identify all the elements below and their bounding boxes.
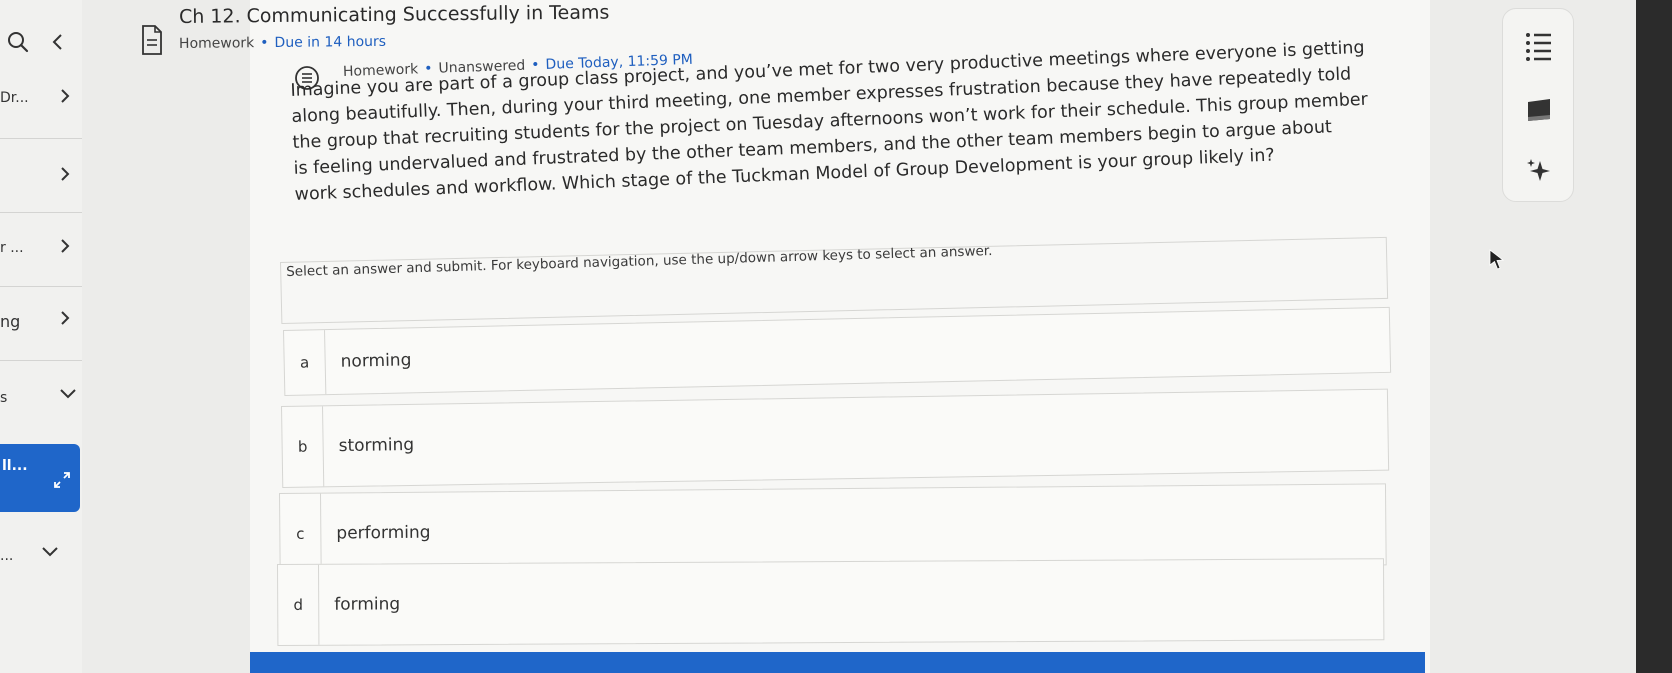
right-toolbar bbox=[1502, 8, 1574, 202]
sidebar-item-label: ng bbox=[0, 312, 21, 331]
chevron-right-icon bbox=[58, 164, 72, 188]
sidebar-item-label: ... bbox=[0, 548, 14, 564]
assignment-due: Due in 14 hours bbox=[274, 33, 387, 51]
device-bezel bbox=[1636, 0, 1672, 673]
option-letter: d bbox=[278, 564, 320, 645]
chevron-right-icon bbox=[58, 86, 72, 110]
expand-icon[interactable] bbox=[52, 470, 72, 494]
option-letter: b bbox=[282, 406, 325, 487]
answer-option-d[interactable]: d forming bbox=[277, 558, 1385, 646]
sidebar-item-label: Dr... bbox=[0, 90, 29, 106]
sidebar-item-5[interactable]: s bbox=[0, 386, 82, 414]
sidebar: Dr... r ... ng s ll... ... bbox=[0, 0, 82, 673]
option-letter: a bbox=[284, 330, 327, 395]
sidebar-item-label: r ... bbox=[0, 240, 24, 256]
submit-bar[interactable] bbox=[250, 652, 1425, 673]
sidebar-top-controls bbox=[6, 30, 66, 58]
option-text: norming bbox=[340, 350, 412, 372]
sidebar-item-label: ll... bbox=[2, 458, 28, 474]
sidebar-item-6[interactable]: ... bbox=[0, 544, 82, 572]
sidebar-divider bbox=[0, 212, 82, 213]
chevron-right-icon bbox=[58, 308, 72, 332]
sidebar-item-2[interactable] bbox=[0, 164, 82, 192]
option-text: storming bbox=[338, 434, 415, 457]
sidebar-divider bbox=[0, 138, 82, 139]
option-text: forming bbox=[334, 594, 401, 615]
sidebar-divider bbox=[0, 286, 82, 287]
option-letter: c bbox=[280, 493, 322, 574]
mouse-cursor-icon bbox=[1488, 248, 1506, 276]
chevron-down-icon bbox=[58, 386, 78, 406]
sidebar-item-active[interactable]: ll... bbox=[0, 444, 80, 512]
assignment-subtitle: Homework • Due in 14 hours bbox=[179, 34, 386, 52]
chevron-right-icon bbox=[58, 236, 72, 260]
option-text: performing bbox=[336, 522, 431, 544]
sidebar-divider bbox=[0, 360, 82, 361]
assignment-title: Ch 12. Communicating Successfully in Tea… bbox=[178, 1, 610, 28]
sparkle-icon[interactable] bbox=[1525, 157, 1553, 189]
sidebar-item-label: s bbox=[0, 390, 8, 406]
document-icon bbox=[140, 24, 164, 60]
back-chevron-icon[interactable] bbox=[50, 32, 66, 56]
answer-option-b[interactable]: b storming bbox=[281, 388, 1390, 488]
chevron-down-icon bbox=[40, 544, 60, 564]
separator-dot: • bbox=[260, 35, 269, 52]
search-icon[interactable] bbox=[6, 30, 30, 58]
list-icon[interactable] bbox=[1525, 31, 1553, 65]
sidebar-item-3[interactable]: r ... bbox=[0, 236, 82, 264]
assignment-type: Homework bbox=[178, 35, 255, 52]
sidebar-item-4[interactable]: ng bbox=[0, 308, 82, 336]
notebook-icon[interactable] bbox=[1525, 97, 1553, 127]
sidebar-item-1[interactable]: Dr... bbox=[0, 86, 82, 114]
